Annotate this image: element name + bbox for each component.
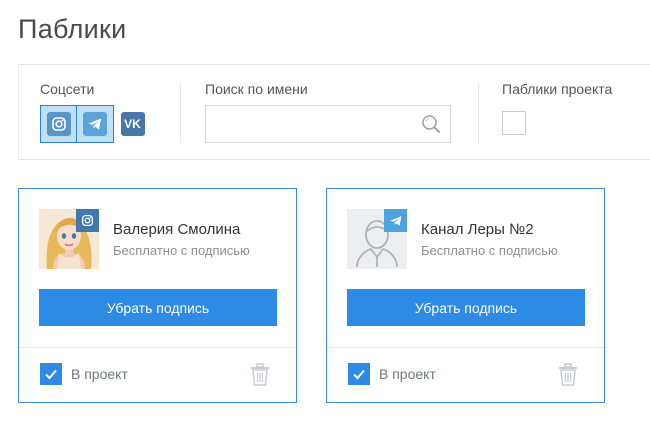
search-filter-label: Поиск по имени	[205, 81, 308, 97]
add-to-project-label: В проект	[71, 366, 128, 382]
filter-divider	[180, 83, 181, 143]
public-subtitle: Бесплатно с подписью	[421, 243, 558, 258]
vk-icon: VK	[120, 112, 145, 136]
telegram-icon	[83, 112, 107, 136]
trash-icon[interactable]	[250, 363, 270, 392]
trash-icon[interactable]	[558, 363, 578, 392]
page-title: Паблики	[18, 14, 127, 44]
project-filter-label: Паблики проекта	[502, 81, 613, 97]
vk-filter-button[interactable]: VK	[114, 105, 152, 143]
card-divider	[327, 347, 604, 348]
public-card: Канал Леры №2 Бесплатно с подписью Убрат…	[326, 188, 605, 403]
social-filter-label: Соцсети	[40, 81, 95, 97]
add-to-project-label: В проект	[379, 366, 436, 382]
instagram-badge-icon	[76, 209, 99, 232]
social-toggle-group: VK	[40, 105, 152, 143]
filter-divider	[478, 83, 479, 143]
telegram-filter-button[interactable]	[77, 105, 114, 143]
instagram-filter-button[interactable]	[40, 105, 77, 143]
check-icon	[353, 369, 365, 380]
search-input[interactable]	[205, 105, 451, 143]
instagram-icon	[46, 112, 71, 136]
add-to-project-checkbox[interactable]	[40, 363, 62, 385]
project-filter-checkbox[interactable]	[502, 111, 526, 135]
public-subtitle: Бесплатно с подписью	[113, 243, 250, 258]
check-icon	[45, 369, 57, 380]
filter-panel: Соцсети VK Поиск по имени Паблики проект…	[18, 64, 650, 160]
add-to-project-checkbox[interactable]	[348, 363, 370, 385]
public-name: Канал Леры №2	[421, 221, 534, 238]
remove-signature-button[interactable]: Убрать подпись	[39, 289, 277, 326]
public-name: Валерия Смолина	[113, 221, 241, 238]
remove-signature-button[interactable]: Убрать подпись	[347, 289, 585, 326]
telegram-badge-icon	[384, 209, 407, 232]
search-icon[interactable]	[421, 114, 441, 139]
card-divider	[19, 347, 296, 348]
public-card: Валерия Смолина Бесплатно с подписью Убр…	[18, 188, 297, 403]
